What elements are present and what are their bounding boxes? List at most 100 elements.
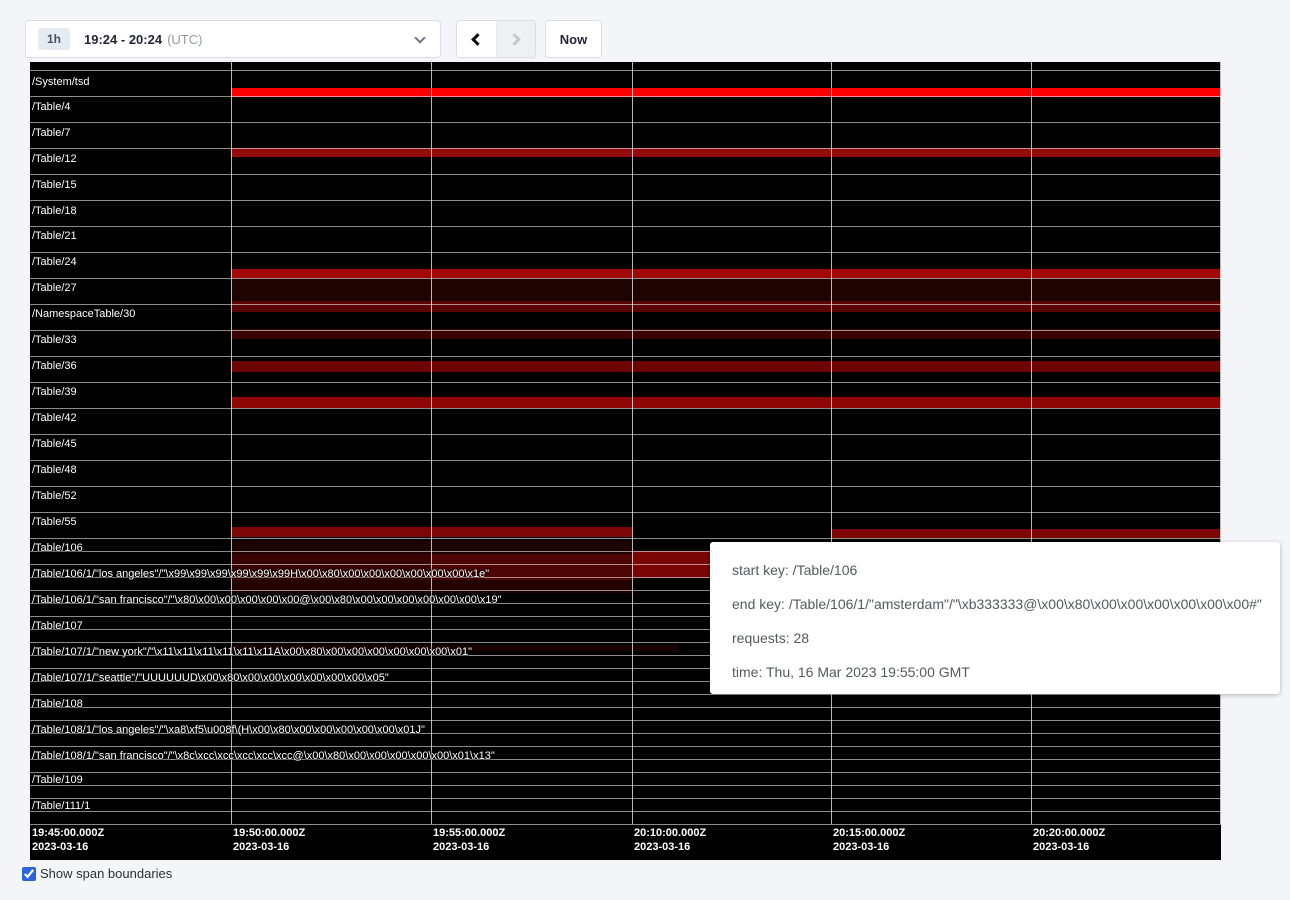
grid-hline: [30, 720, 1221, 721]
grid-hline: [30, 811, 1221, 812]
chevron-right-icon: [508, 33, 521, 46]
row-label: /Table/27: [32, 282, 77, 294]
axis-tick: 20:20:00.000Z2023-03-16: [1033, 826, 1105, 854]
grid-hline: [30, 434, 1221, 435]
chevron-left-icon: [472, 33, 485, 46]
axis-tick: 19:55:00.000Z2023-03-16: [433, 826, 505, 854]
axis-tick-date: 2023-03-16: [233, 840, 305, 854]
grid-hline: [30, 278, 1221, 279]
grid-hline: [30, 122, 1221, 123]
grid-vline: [231, 62, 232, 824]
grid-hline: [30, 785, 1221, 786]
time-range-selector[interactable]: 1h 19:24 - 20:24 (UTC): [25, 20, 441, 58]
grid-hline: [30, 252, 1221, 253]
key-visualizer-canvas[interactable]: /System/tsd/Table/4/Table/7/Table/12/Tab…: [30, 62, 1221, 860]
footer: Show span boundaries: [22, 866, 172, 881]
grid-hline: [30, 382, 1221, 383]
grid-hline: [30, 200, 1221, 201]
grid-vline: [1031, 62, 1032, 824]
grid-hline: [30, 824, 1221, 825]
row-label: /Table/24: [32, 256, 77, 268]
tooltip-line: start key: /Table/106: [732, 553, 1258, 587]
axis-tick-time: 20:10:00.000Z: [634, 826, 706, 840]
grid-hline: [30, 70, 1221, 71]
toolbar: 1h 19:24 - 20:24 (UTC) Now: [0, 0, 1290, 62]
tooltip-line: end key: /Table/106/1/"amsterdam"/"\xb33…: [732, 587, 1258, 621]
grid-hline: [30, 486, 1221, 487]
heat-band: [231, 301, 1221, 312]
row-label: /Table/21: [32, 230, 77, 242]
span-tooltip: start key: /Table/106end key: /Table/106…: [710, 542, 1280, 694]
grid-hline: [30, 538, 1221, 539]
grid-hline: [30, 356, 1221, 357]
row-label: /Table/7: [32, 127, 71, 139]
axis-tick-date: 2023-03-16: [1033, 840, 1105, 854]
grid-vline: [431, 62, 432, 824]
row-label: /Table/52: [32, 490, 77, 502]
row-label: /Table/55: [32, 516, 77, 528]
grid-vline: [831, 62, 832, 824]
grid-hline: [30, 798, 1221, 799]
grid-hline: [30, 772, 1221, 773]
axis-tick: 19:45:00.000Z2023-03-16: [32, 826, 104, 854]
axis-tick: 19:50:00.000Z2023-03-16: [233, 826, 305, 854]
grid-hline: [30, 746, 1221, 747]
row-label: /Table/106/1/"san francisco"/"\x80\x00\x…: [32, 594, 502, 606]
grid-vline: [632, 62, 633, 824]
row-label: /Table/48: [32, 464, 77, 476]
row-label: /Table/107: [32, 620, 83, 632]
time-range-timezone: (UTC): [167, 32, 202, 47]
axis-tick-date: 2023-03-16: [433, 840, 505, 854]
row-label: /Table/106/1/"los angeles"/"\x99\x99\x99…: [32, 568, 489, 580]
grid-hline: [30, 148, 1221, 149]
row-label: /Table/33: [32, 334, 77, 346]
grid-hline: [30, 174, 1221, 175]
chevron-down-icon: [414, 32, 425, 43]
heat-band: [231, 278, 1221, 301]
axis-tick-time: 20:20:00.000Z: [1033, 826, 1105, 840]
grid-hline: [30, 330, 1221, 331]
heat-band: [231, 397, 1221, 408]
axis-tick-time: 19:45:00.000Z: [32, 826, 104, 840]
now-button[interactable]: Now: [545, 20, 602, 58]
next-range-button[interactable]: [496, 21, 535, 57]
previous-range-button[interactable]: [457, 21, 496, 57]
axis-tick-date: 2023-03-16: [32, 840, 104, 854]
tooltip-line: time: Thu, 16 Mar 2023 19:55:00 GMT: [732, 655, 1258, 689]
heat-band: [831, 529, 1221, 538]
grid-hline: [30, 408, 1221, 409]
row-label: /Table/109: [32, 774, 83, 786]
row-label: /Table/45: [32, 438, 77, 450]
axis-tick-time: 20:15:00.000Z: [833, 826, 905, 840]
row-label: /Table/18: [32, 205, 77, 217]
row-label: /Table/106: [32, 542, 83, 554]
row-label: /Table/36: [32, 360, 77, 372]
grid-hline: [30, 226, 1221, 227]
grid-vline: [1220, 62, 1221, 824]
heat-band: [231, 148, 1221, 157]
row-label: /Table/107/1/"new york"/"\x11\x11\x11\x1…: [32, 646, 472, 658]
time-range-label: 19:24 - 20:24: [84, 32, 162, 47]
time-nav-group: [456, 20, 536, 58]
grid-hline: [30, 304, 1221, 305]
row-label: /Table/111/1: [32, 800, 90, 812]
row-label: /Table/108/1/"san francisco"/"\x8c\xcc\x…: [32, 750, 495, 762]
row-label: /Table/12: [32, 153, 77, 165]
row-label: /Table/39: [32, 386, 77, 398]
row-label: /Table/4: [32, 101, 71, 113]
time-range-duration-badge: 1h: [38, 28, 70, 50]
show-span-boundaries-label: Show span boundaries: [40, 866, 172, 881]
tooltip-line: requests: 28: [732, 621, 1258, 655]
row-label: /Table/42: [32, 412, 77, 424]
show-span-boundaries-checkbox[interactable]: [22, 867, 36, 881]
axis-tick-time: 19:50:00.000Z: [233, 826, 305, 840]
row-label: /System/tsd: [32, 76, 89, 88]
axis-tick-date: 2023-03-16: [634, 840, 706, 854]
axis-tick: 20:10:00.000Z2023-03-16: [634, 826, 706, 854]
axis-tick-time: 19:55:00.000Z: [433, 826, 505, 840]
grid-hline: [30, 512, 1221, 513]
grid-hline: [30, 96, 1221, 97]
row-label: /Table/15: [32, 179, 77, 191]
row-label: /NamespaceTable/30: [32, 308, 135, 320]
axis-tick: 20:15:00.000Z2023-03-16: [833, 826, 905, 854]
